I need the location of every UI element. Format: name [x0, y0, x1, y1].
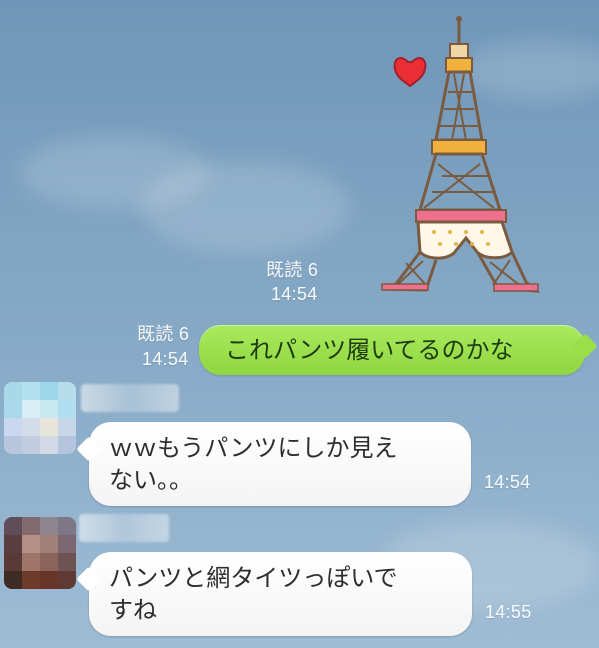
sticker-message[interactable] — [378, 14, 548, 299]
contact-name-blurred — [81, 384, 179, 412]
received-message-line: ｗｗもうパンツにしか見え — [109, 434, 398, 462]
sent-message-bubble[interactable]: これパンツ履いてるのかな — [199, 325, 585, 375]
sticker-read-status: 既読 6 — [266, 260, 319, 280]
received-message-line: すね — [109, 596, 157, 624]
sticker-time: 14:54 — [271, 284, 318, 304]
contact-name-blurred — [79, 514, 169, 542]
background-cloud — [140, 160, 350, 255]
sent-read-status: 既読 6 — [137, 324, 190, 344]
received-message-time: 14:55 — [485, 602, 532, 622]
sent-time: 14:54 — [142, 349, 189, 369]
avatar[interactable] — [4, 517, 76, 589]
received-message-line: ない。。 — [109, 466, 193, 494]
received-message-bubble[interactable]: ｗｗもうパンツにしか見え ない。。 — [89, 422, 471, 506]
received-message-line: パンツと網タイツっぽいで — [109, 564, 398, 592]
received-message-bubble[interactable]: パンツと網タイツっぽいで すね — [89, 552, 472, 636]
avatar[interactable] — [4, 382, 76, 454]
chat-screen: 既読 6 14:54 既読 6 14:54 これパンツ履いてるのかな ｗｗもうパ… — [0, 0, 599, 648]
eiffel-tower-sticker-icon — [381, 16, 541, 293]
sent-message-text: これパンツ履いてるのかな — [225, 336, 514, 364]
received-message-time: 14:54 — [484, 472, 531, 492]
